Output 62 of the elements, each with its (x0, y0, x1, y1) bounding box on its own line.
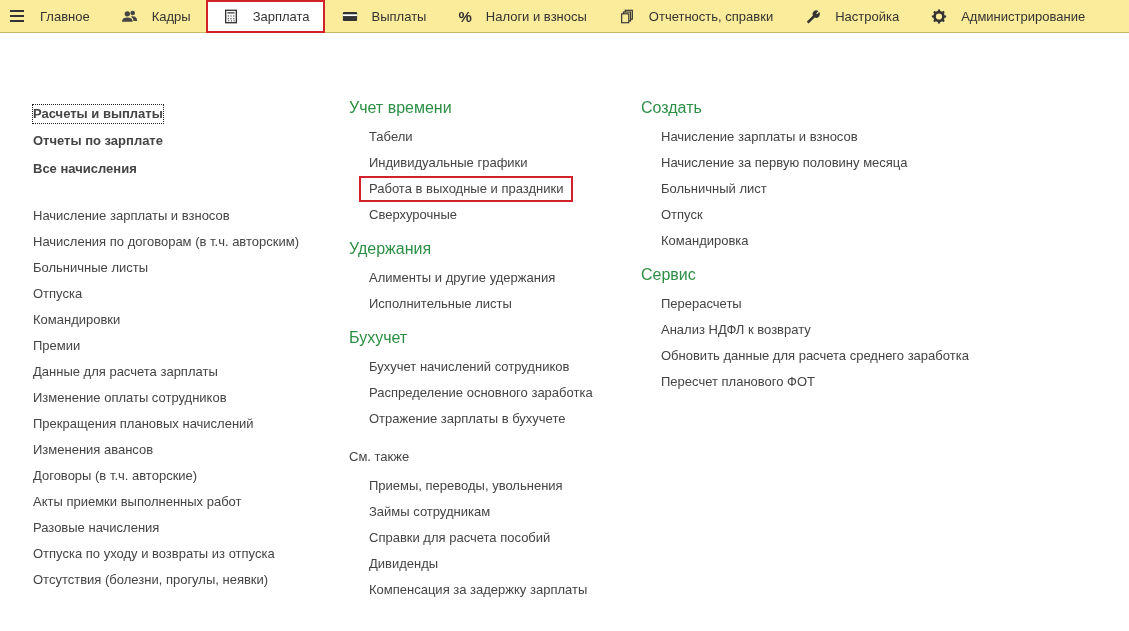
section-link[interactable]: Расчеты и выплаты (32, 104, 164, 124)
nav-link[interactable]: Изменение оплаты сотрудников (33, 385, 227, 411)
calculator-icon (222, 8, 239, 24)
nav-link[interactable]: Отсутствия (болезни, прогулы, неявки) (33, 567, 269, 593)
nav-link[interactable]: Займы сотрудникам (359, 499, 501, 525)
nav-link[interactable]: Договоры (в т.ч. авторские) (33, 463, 198, 489)
section-tab[interactable]: Зарплата (205, 0, 325, 33)
group-title: Удержания (349, 239, 432, 259)
nav-link[interactable]: Отпуска (33, 281, 83, 307)
nav-link[interactable]: Компенсация за задержку зарплаты (359, 577, 598, 603)
nav-link[interactable]: Начисление зарплаты и взносов (33, 203, 230, 229)
nav-link[interactable]: Отражение зарплаты в бухучете (359, 406, 576, 432)
section-tab[interactable]: Кадры (104, 0, 206, 33)
nav-link[interactable]: Разовые начисления (33, 515, 160, 541)
group-title: Создать (641, 98, 702, 118)
section-tab[interactable]: Настройка (788, 0, 915, 33)
nav-link[interactable]: Отпуск (651, 202, 713, 228)
nav-link[interactable]: Распределение основного заработка (359, 380, 603, 406)
nav-link[interactable]: Справки для расчета пособий (359, 525, 561, 551)
nav-link[interactable]: Алименты и другие удержания (359, 265, 566, 291)
nav-link[interactable]: Начисление за первую половину месяца (651, 150, 918, 176)
nav-link[interactable]: Приемы, переводы, увольнения (359, 473, 573, 499)
nav-link[interactable]: Работа в выходные и праздники (359, 176, 574, 202)
nav-link[interactable]: Перерасчеты (651, 291, 752, 317)
section-link[interactable]: Все начисления (32, 155, 138, 183)
nav-link[interactable]: Пересчет планового ФОТ (651, 369, 825, 395)
group-title: Бухучет (349, 328, 408, 348)
nav-link[interactable]: Дивиденды (359, 551, 449, 577)
group-title: См. также (349, 448, 410, 466)
nav-link[interactable]: Сверхурочные (359, 202, 468, 228)
nav-link[interactable]: Индивидуальные графики (359, 150, 538, 176)
nav-link[interactable]: Командировка (651, 228, 759, 254)
section-tab[interactable]: Отчетность, справки (601, 0, 789, 33)
menu-icon[interactable] (10, 10, 24, 22)
people-icon (121, 8, 138, 24)
group-title: Учет времени (349, 98, 452, 118)
nav-link[interactable]: Акты приемки выполненных работ (33, 489, 242, 515)
gear-icon (931, 8, 948, 24)
nav-link[interactable]: Бухучет начислений сотрудников (359, 354, 580, 380)
nav-link[interactable]: Прекращения плановых начислений (33, 411, 254, 437)
section-tab[interactable]: % Налоги и взносы (441, 0, 602, 33)
nav-link[interactable]: Изменения авансов (33, 437, 154, 463)
group-title: Сервис (641, 265, 696, 285)
nav-link[interactable]: Больничный лист (651, 176, 777, 202)
section-tab[interactable]: Выплаты (324, 0, 442, 33)
section-tab[interactable]: Администрирование (914, 0, 1101, 33)
documents-icon (618, 8, 635, 24)
nav-link[interactable]: Начисления по договорам (в т.ч. авторским) (33, 229, 299, 255)
nav-link[interactable]: Данные для расчета зарплаты (33, 359, 218, 385)
section-tab[interactable]: Главное (34, 0, 105, 33)
nav-link[interactable]: Командировки (33, 307, 121, 333)
nav-link[interactable]: Исполнительные листы (359, 291, 522, 317)
nav-link[interactable]: Больничные листы (33, 255, 149, 281)
nav-link[interactable]: Табели (359, 124, 423, 150)
nav-link[interactable]: Анализ НДФЛ к возврату (651, 317, 821, 343)
nav-link[interactable]: Обновить данные для расчета среднего заработка (651, 343, 979, 369)
wrench-icon (805, 8, 822, 24)
percent-icon: % (458, 7, 472, 25)
nav-link[interactable]: Отпуска по уходу и возвраты из отпуска (33, 541, 275, 567)
nav-link[interactable]: Начисление зарплаты и взносов (651, 124, 868, 150)
section-link[interactable]: Отчеты по зарплате (32, 127, 164, 155)
nav-link[interactable]: Премии (33, 333, 81, 359)
